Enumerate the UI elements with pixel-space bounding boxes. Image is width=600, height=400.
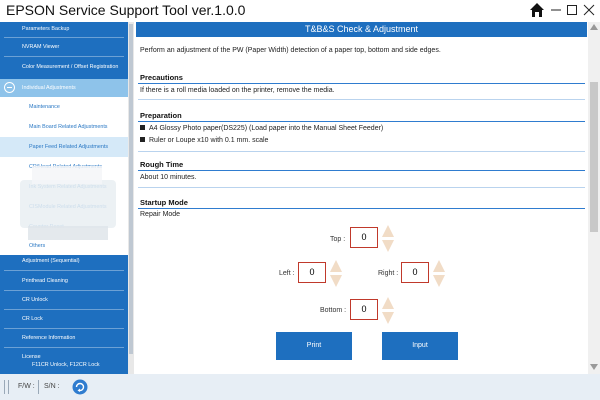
right-stepper[interactable]	[433, 260, 445, 288]
sidebar: Parameters Backup NVRAM Viewer Color Mea…	[0, 22, 134, 374]
increment-icon[interactable]	[382, 225, 394, 237]
startup-mode-title: Startup Mode	[140, 198, 188, 207]
preparation-title: Preparation	[140, 111, 182, 120]
sidebar-item-parameters-backup[interactable]: Parameters Backup	[0, 26, 128, 33]
right-value-field[interactable]: 0	[401, 262, 429, 283]
page-title: T&B&S Check & Adjustment	[136, 22, 587, 37]
fw-label: F/W :	[18, 383, 35, 390]
left-value-field[interactable]: 0	[298, 262, 326, 283]
printer-illustration	[20, 166, 116, 240]
sidebar-item-nvram-viewer[interactable]: NVRAM Viewer	[0, 44, 128, 51]
sidebar-subitem-main-board[interactable]: Main Board Related Adjustments	[0, 117, 128, 137]
sidebar-item-printhead-cleaning[interactable]: Printhead Cleaning	[0, 278, 128, 285]
bottom-label: Bottom :	[320, 307, 347, 314]
sidebar-subitem-maintenance[interactable]: Maintenance	[0, 97, 128, 117]
collapse-icon	[4, 82, 15, 93]
rough-time-title: Rough Time	[140, 160, 184, 169]
input-button[interactable]: Input	[382, 332, 458, 360]
title-bar: EPSON Service Support Tool ver.1.0.0	[0, 0, 600, 22]
maximize-icon[interactable]	[566, 4, 578, 16]
increment-icon[interactable]	[330, 260, 342, 272]
sidebar-item-cr-unlock[interactable]: CR Unlock	[0, 297, 128, 304]
bottom-value-field[interactable]: 0	[350, 299, 378, 320]
sidebar-item-license[interactable]: License	[0, 354, 128, 361]
bullet-icon	[140, 137, 145, 142]
sidebar-item-individual-adjustments[interactable]: Individual Adjustments	[0, 79, 128, 97]
precautions-title: Precautions	[140, 73, 183, 82]
app-title: EPSON Service Support Tool ver.1.0.0	[6, 2, 246, 18]
preparation-item-2: Ruler or Loupe x10 with 0.1 mm. scale	[140, 137, 268, 144]
decrement-icon[interactable]	[433, 275, 445, 287]
left-stepper[interactable]	[330, 260, 342, 288]
increment-icon[interactable]	[382, 297, 394, 309]
sidebar-scroll-thumb[interactable]	[129, 24, 133, 354]
sidebar-item-adjustment-sequential[interactable]: Adjustment (Sequential)	[0, 258, 128, 265]
refresh-icon[interactable]	[72, 379, 88, 395]
status-bar: F/W : S/N :	[0, 374, 600, 400]
right-label: Right :	[378, 270, 399, 277]
sidebar-item-license-shortcut: F11CR Unlock, F12CR Lock	[32, 362, 100, 368]
sidebar-item-cr-lock[interactable]: CR Lock	[0, 316, 128, 323]
main-scroll-thumb[interactable]	[590, 82, 598, 232]
increment-icon[interactable]	[433, 260, 445, 272]
close-icon[interactable]	[583, 4, 595, 16]
scroll-up-icon[interactable]	[590, 24, 598, 30]
top-value-field[interactable]: 0	[350, 227, 378, 248]
bullet-icon	[140, 125, 145, 130]
bottom-stepper[interactable]	[382, 297, 394, 325]
top-stepper[interactable]	[382, 225, 394, 253]
home-icon[interactable]	[529, 2, 545, 18]
sidebar-subitem-paper-feed[interactable]: Paper Feed Related Adjustments	[0, 137, 128, 157]
scroll-down-icon[interactable]	[590, 364, 598, 370]
main-scrollbar[interactable]	[588, 22, 600, 374]
rough-time-text: About 10 minutes.	[140, 174, 197, 181]
startup-mode-text: Repair Mode	[140, 211, 181, 218]
description-text: Perform an adjustment of the PW (Paper W…	[140, 47, 441, 54]
decrement-icon[interactable]	[382, 312, 394, 324]
print-button[interactable]: Print	[276, 332, 352, 360]
preparation-item-1: A4 Glossy Photo paper(DS225) (Load paper…	[140, 125, 383, 132]
sn-label: S/N :	[44, 383, 60, 390]
sidebar-item-color-measurement[interactable]: Color Measurement / Offset Registration	[0, 64, 128, 71]
decrement-icon[interactable]	[382, 240, 394, 252]
decrement-icon[interactable]	[330, 275, 342, 287]
top-label: Top :	[330, 236, 346, 243]
minimize-icon[interactable]	[550, 4, 562, 16]
left-label: Left :	[279, 270, 295, 277]
sidebar-item-reference-information[interactable]: Reference Information	[0, 335, 128, 342]
precautions-text: If there is a roll media loaded on the p…	[140, 87, 335, 94]
